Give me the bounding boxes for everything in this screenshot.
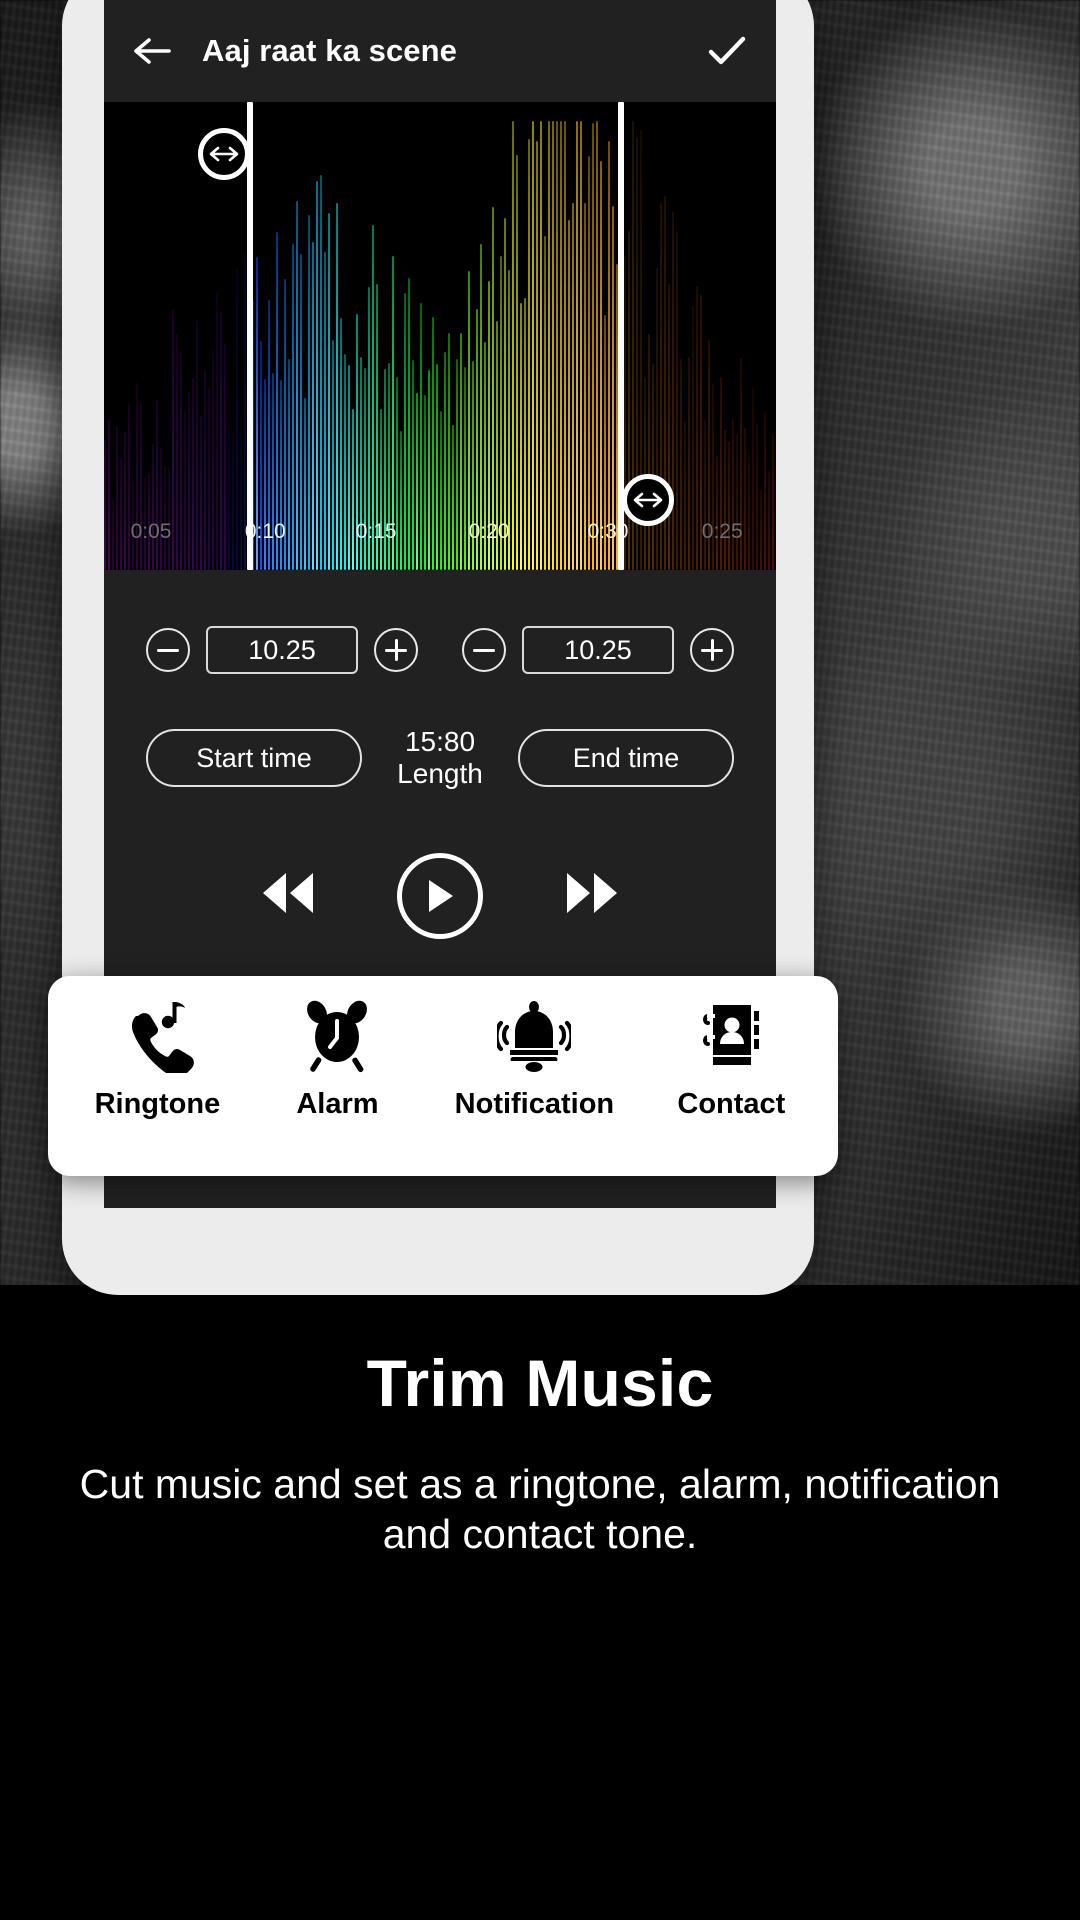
rewind-icon [263, 873, 313, 914]
phone-music-icon [132, 1002, 195, 1073]
waveform-bar [576, 120, 579, 570]
start-time-button[interactable]: Start time [146, 729, 362, 788]
page-title: Aaj raat ka scene [202, 33, 458, 68]
resize-horizontal-icon [634, 492, 663, 508]
waveform-bar [164, 465, 167, 570]
start-stepper: 10.25 [146, 626, 418, 674]
waveform-bar [372, 224, 375, 570]
waveform-bar [316, 180, 319, 570]
sheet-item-notification[interactable]: Notification [454, 998, 615, 1121]
stepper-row: 10.25 10.25 [104, 570, 776, 674]
sheet-item-label: Ringtone [94, 1088, 221, 1120]
waveform-bar [580, 120, 583, 570]
start-increment-button[interactable] [374, 628, 418, 672]
start-value-input[interactable]: 10.25 [206, 626, 358, 674]
waveform-bar [596, 120, 599, 570]
save-button[interactable] [704, 28, 750, 74]
waveform-bar [492, 207, 495, 570]
waveform-time-axis: 0:05 0:10 0:15 0:20 0:30 0:25 [104, 520, 776, 554]
sheet-item-label: Notification [454, 1088, 615, 1120]
app-bar: Aaj raat ka scene [104, 0, 776, 102]
waveform-bar [296, 201, 299, 570]
screenshot-root: Aaj raat ka scene 0:05 0:10 0:15 0:20 0:30 0:… [0, 0, 1080, 1920]
time-tick: 0:20 [468, 520, 510, 543]
check-icon [708, 36, 746, 65]
sheet-item-ringtone[interactable]: Ringtone [94, 998, 221, 1121]
sheet-item-label: Alarm [296, 1088, 379, 1120]
waveform-bar [608, 140, 611, 570]
promo-subtitle: Cut music and set as a ringtone, alarm, … [79, 1461, 1001, 1558]
sheet-item-contact[interactable]: Contact [671, 998, 791, 1121]
trim-start-handle-line[interactable] [247, 102, 254, 570]
back-button[interactable] [130, 29, 174, 73]
waveform-bar [548, 120, 551, 570]
plus-circle-icon-vertical [710, 639, 714, 661]
waveform-bar [308, 214, 311, 570]
waveform-bar [320, 174, 323, 570]
waveform-bar [512, 120, 515, 570]
end-value-input[interactable]: 10.25 [522, 626, 674, 674]
bell-ring-icon [497, 1001, 572, 1072]
alarm-clock-icon-wrap [300, 998, 374, 1074]
waveform-bar [600, 160, 603, 570]
fast-forward-icon [567, 873, 617, 914]
minus-circle-icon [157, 648, 179, 652]
waveform-bar [564, 120, 567, 570]
start-decrement-button[interactable] [146, 628, 190, 672]
waveform-panel[interactable]: 0:05 0:10 0:15 0:20 0:30 0:25 [104, 102, 776, 570]
waveform-bar [572, 203, 575, 570]
phone-music-icon-wrap [120, 998, 195, 1074]
play-icon [429, 879, 453, 912]
waveform-bar [552, 120, 555, 570]
length-readout: 15:80 Length [397, 726, 483, 791]
end-increment-button[interactable] [690, 628, 734, 672]
waveform-bar [504, 217, 507, 570]
contact-book-icon [703, 1005, 760, 1065]
time-row: Start time 15:80 Length End time [104, 674, 776, 791]
waveform-bar [540, 120, 543, 570]
alarm-clock-icon [307, 1000, 368, 1073]
waveform-bar [532, 120, 535, 570]
waveform-bar [560, 120, 563, 570]
arrow-left-icon [134, 38, 171, 64]
plus-circle-icon-vertical [394, 639, 398, 661]
waveform-bar [592, 122, 595, 570]
waveform-bar [584, 202, 587, 570]
set-as-sheet: Ringtone Alarm Notification Contact [48, 976, 838, 1176]
waveform-bar [336, 202, 339, 570]
waveform-bar [328, 212, 331, 570]
sheet-item-alarm[interactable]: Alarm [277, 998, 397, 1121]
waveform-bar [588, 155, 591, 570]
waveform-bar [528, 138, 531, 570]
waveform-bar [168, 468, 171, 570]
player-controls [104, 852, 776, 939]
waveform-bar [672, 212, 675, 570]
length-value: 15:80 [404, 726, 476, 757]
resize-horizontal-icon [210, 146, 239, 162]
promo-headline: Trim Music [366, 1346, 714, 1420]
minus-circle-icon [473, 648, 495, 652]
end-time-button[interactable]: End time [517, 729, 734, 788]
promo-block: Trim Music Cut music and set as a ringto… [0, 1345, 1080, 1559]
play-button[interactable] [397, 852, 483, 939]
contact-book-icon-wrap [694, 998, 768, 1074]
waveform-bar [612, 206, 615, 570]
waveform-bar [536, 141, 539, 570]
waveform-bar [568, 219, 571, 570]
fast-forward-button[interactable] [559, 867, 627, 924]
time-tick: 0:15 [355, 520, 397, 543]
end-stepper: 10.25 [462, 626, 734, 674]
waveform-bar [556, 120, 559, 570]
waveform-bar [516, 154, 519, 570]
time-tick: 0:05 [130, 520, 172, 543]
time-tick: 0:25 [701, 520, 743, 543]
bell-ring-icon-wrap [497, 998, 572, 1074]
length-label: Length [397, 758, 483, 790]
end-decrement-button[interactable] [462, 628, 506, 672]
sheet-item-label: Contact [677, 1088, 786, 1120]
rewind-button[interactable] [253, 867, 321, 924]
